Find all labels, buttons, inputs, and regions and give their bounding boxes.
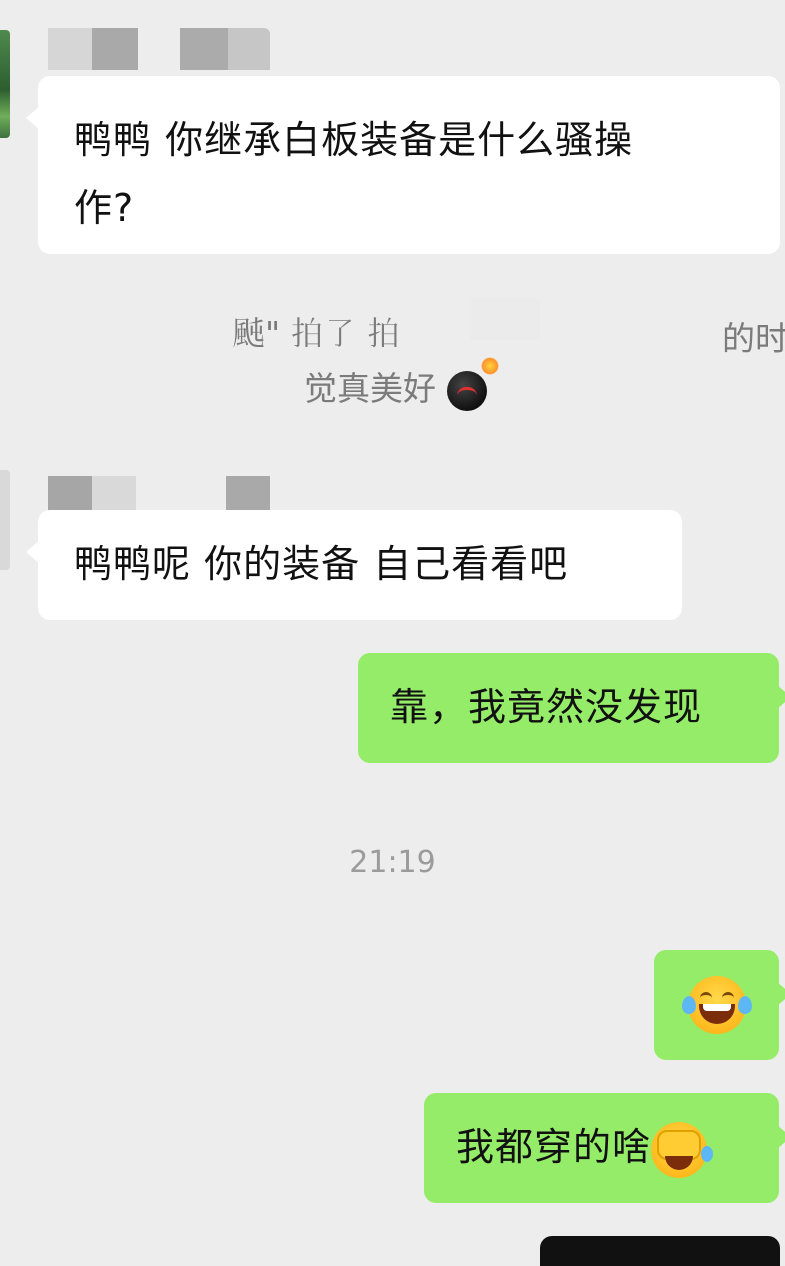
message-bubble-incoming[interactable]: 鸭鸭 你继承白板装备是什么骚操 作?	[26, 76, 780, 254]
system-message-text: 觉真美好	[304, 369, 436, 408]
system-message: 的时	[722, 319, 785, 358]
message-bubble-outgoing[interactable]	[654, 950, 785, 1060]
message-bubble-outgoing[interactable]: 靠，我竟然没发现	[358, 653, 785, 763]
sender-nickname-blurred	[48, 28, 270, 70]
message-text: 靠，我竟然没发现	[390, 685, 703, 729]
message-bubble-outgoing[interactable]: 我都穿的啥	[424, 1093, 785, 1203]
message-text: 鸭鸭 你继承白板装备是什么骚操	[74, 118, 634, 162]
message-text: 我都穿的啥	[456, 1113, 747, 1181]
bomb-icon	[446, 356, 499, 411]
message-text-content: 我都穿的啥	[456, 1125, 652, 1169]
contact-avatar[interactable]	[0, 30, 10, 138]
message-bubble-incoming[interactable]: 鸭鸭呢 你的装备 自己看看吧	[26, 510, 682, 620]
face-with-tears-of-joy-icon	[682, 976, 752, 1034]
system-message: 𩖤" 拍了 拍	[232, 314, 401, 353]
contact-avatar[interactable]	[0, 470, 10, 570]
system-message: 觉真美好	[304, 356, 499, 411]
message-text: 作?	[74, 186, 135, 230]
message-text: 鸭鸭呢 你的装备 自己看看吧	[74, 542, 569, 586]
redaction-block	[470, 298, 540, 340]
face-palm-crying-icon	[651, 1121, 714, 1178]
message-bubble-partial[interactable]	[540, 1236, 780, 1266]
message-timestamp: 21:19	[349, 845, 436, 880]
